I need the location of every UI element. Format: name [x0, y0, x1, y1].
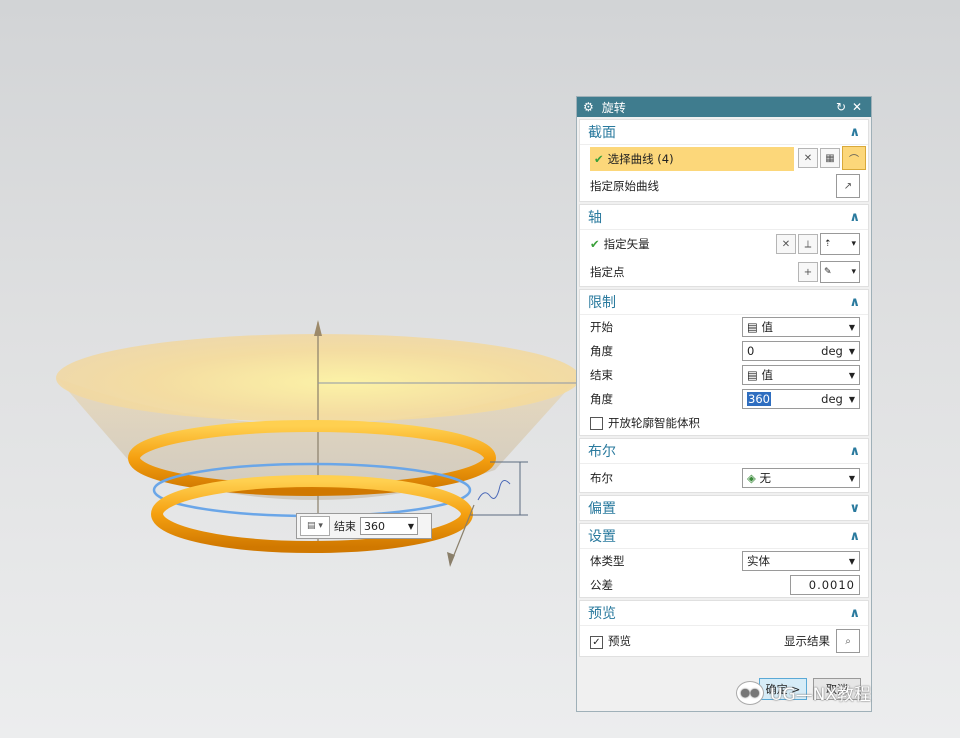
- axis-group: 轴 ∧ ✔ 指定矢量 ✕ ⟂ ⇡ ▾ 指定点 + ✎ ▾: [579, 204, 869, 287]
- boolean-group: 布尔 ∧ 布尔 ◈ 无 ▼: [579, 438, 869, 493]
- offset-group: 偏置 ∨: [579, 495, 869, 521]
- origin-curve-icon[interactable]: ↗: [836, 174, 860, 198]
- boolean-none-icon: ◈: [747, 471, 760, 485]
- specify-point-row[interactable]: 指定点 + ✎ ▾: [580, 258, 868, 286]
- specify-vector-row[interactable]: ✔ 指定矢量 ✕ ⟂ ⇡ ▾: [580, 230, 868, 258]
- value-type-icon[interactable]: ▤ ▾: [300, 516, 330, 536]
- reverse-direction-icon[interactable]: ✕: [776, 234, 796, 254]
- chevron-down-icon[interactable]: ∨: [849, 501, 860, 516]
- chevron-up-icon[interactable]: ∧: [849, 444, 860, 459]
- revolve-dialog: ⚙ 旋转 ↻ ✕ 截面 ∧ ✔ 选择曲线 (4) ✕ ▦ ⌒ 指定原始曲线 ↗ 轴 ∧…: [576, 96, 872, 712]
- vector-dialog-icon[interactable]: ⟂: [798, 234, 818, 254]
- open-profile-checkbox[interactable]: [590, 416, 603, 430]
- boolean-row: 布尔 ◈ 无 ▼: [580, 464, 868, 492]
- floating-end-input[interactable]: ▤ ▾ 结束 360 ▼: [296, 513, 432, 539]
- chevron-up-icon[interactable]: ∧: [849, 295, 860, 310]
- dialog-titlebar: ⚙ 旋转 ↻ ✕: [577, 97, 871, 117]
- start-select[interactable]: ▤ 值 ▼: [742, 317, 860, 337]
- reset-icon[interactable]: ↻: [833, 100, 849, 114]
- curve-rule-icon[interactable]: ✕: [798, 148, 818, 168]
- offset-header[interactable]: 偏置 ∨: [580, 496, 868, 520]
- axis-header[interactable]: 轴 ∧: [580, 205, 868, 230]
- section-curve-icon[interactable]: ⌒: [842, 146, 866, 170]
- gear-icon[interactable]: ⚙: [583, 100, 594, 114]
- chevron-up-icon[interactable]: ∧: [849, 125, 860, 140]
- boolean-select[interactable]: ◈ 无 ▼: [742, 468, 860, 488]
- preview-checkbox[interactable]: ✓: [590, 636, 603, 649]
- end-angle-row: 角度 360 deg ▼: [580, 387, 868, 411]
- settings-header[interactable]: 设置 ∧: [580, 524, 868, 549]
- settings-group: 设置 ∧ 体类型 实体 ▼ 公差 0.0010: [579, 523, 869, 598]
- floating-end-label: 结束: [334, 520, 356, 533]
- start-row: 开始 ▤ 值 ▼: [580, 315, 868, 339]
- wechat-icon: ●●: [736, 680, 764, 705]
- body-type-row: 体类型 实体 ▼: [580, 549, 868, 573]
- specify-origin-curve-row: 指定原始曲线 ↗: [580, 171, 868, 201]
- end-select[interactable]: ▤ 值 ▼: [742, 365, 860, 385]
- chevron-up-icon[interactable]: ∧: [849, 529, 860, 544]
- sketch-icon[interactable]: ▦: [820, 148, 840, 168]
- section-group: 截面 ∧ ✔ 选择曲线 (4) ✕ ▦ ⌒ 指定原始曲线 ↗: [579, 119, 869, 202]
- tolerance-row: 公差 0.0010: [580, 573, 868, 597]
- point-dialog-icon[interactable]: +: [798, 262, 818, 282]
- value-icon: ▤: [747, 368, 762, 382]
- preview-group: 预览 ∧ ✓ 预览 显示结果 ⌕: [579, 600, 869, 657]
- watermark: ●● UG—NX教程: [736, 680, 871, 705]
- dialog-title: 旋转: [601, 100, 626, 115]
- limits-group: 限制 ∧ 开始 ▤ 值 ▼ 角度 0 deg ▼ 结束 ▤ 值 ▼ 角度 360 deg ▼ …: [579, 289, 869, 436]
- start-angle-input[interactable]: 0 deg ▼: [742, 341, 860, 361]
- magnifier-icon[interactable]: ⌕: [836, 629, 860, 653]
- axis-arrow-icon: [314, 320, 322, 336]
- preview-header[interactable]: 预览 ∧: [580, 601, 868, 626]
- end-row: 结束 ▤ 值 ▼: [580, 363, 868, 387]
- open-profile-row[interactable]: 开放轮廓智能体积: [580, 411, 868, 435]
- body-type-select[interactable]: 实体 ▼: [742, 551, 860, 571]
- chevron-up-icon[interactable]: ∧: [849, 210, 860, 225]
- limits-header[interactable]: 限制 ∧: [580, 290, 868, 315]
- dimension-sketch-note: [477, 480, 511, 501]
- check-icon: ✔: [594, 152, 604, 166]
- preview-row: ✓ 预览 显示结果 ⌕: [580, 626, 868, 656]
- tolerance-input[interactable]: 0.0010: [790, 575, 860, 595]
- chevron-up-icon[interactable]: ∧: [849, 606, 860, 621]
- show-result-label: 显示结果: [784, 634, 830, 648]
- select-curve-row[interactable]: ✔ 选择曲线 (4): [590, 147, 794, 171]
- close-icon[interactable]: ✕: [849, 100, 865, 114]
- boolean-header[interactable]: 布尔 ∧: [580, 439, 868, 464]
- start-angle-row: 角度 0 deg ▼: [580, 339, 868, 363]
- vector-type-dropdown[interactable]: ⇡ ▾: [820, 233, 860, 255]
- point-type-dropdown[interactable]: ✎ ▾: [820, 261, 860, 283]
- value-icon: ▤: [747, 320, 762, 334]
- floating-end-value[interactable]: 360 ▼: [360, 517, 418, 535]
- section-header[interactable]: 截面 ∧: [580, 120, 868, 145]
- check-icon: ✔: [590, 237, 600, 251]
- end-angle-input[interactable]: 360 deg ▼: [742, 389, 860, 409]
